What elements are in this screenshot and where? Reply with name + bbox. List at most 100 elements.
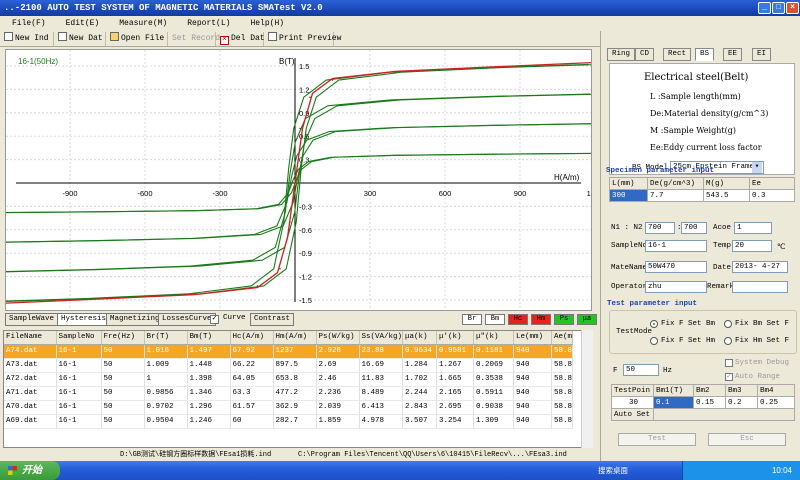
spec-value-ee[interactable]: 0.3 — [749, 189, 795, 202]
select-ua[interactable]: μa — [577, 314, 597, 325]
new-dat-icon — [58, 32, 67, 41]
select-hm[interactable]: Hm — [531, 314, 551, 325]
tab-hysteresis[interactable]: Hysteresis — [57, 313, 111, 326]
mode-fixhm-setf-radio[interactable] — [724, 337, 732, 345]
column-header[interactable]: Ps(W/kg) — [316, 331, 360, 345]
table-row[interactable]: A70.dat 16-1 50 0.9702 1.296 61.57 362.9 2.039 6… — [4, 400, 574, 415]
table-cell: 16-1 — [56, 414, 102, 429]
tab-bs[interactable]: BS — [695, 48, 715, 61]
table-cell: 0.3538 — [473, 372, 515, 387]
mode-fixf-setbm-label: Fix F Set Bm — [661, 320, 716, 328]
tab-ei[interactable]: EI — [752, 48, 772, 61]
table-cell: 2.236 — [316, 386, 360, 401]
column-header[interactable]: μa(k) — [402, 331, 438, 345]
column-header[interactable]: Fre(Hz) — [101, 331, 145, 345]
system-debug-label: System Debug — [735, 359, 790, 367]
menu-edit[interactable]: Edit(E) — [54, 16, 108, 31]
new-ind-button[interactable]: New Ind — [2, 32, 54, 46]
set-record-button[interactable]: Set Record — [170, 32, 220, 46]
minimize-icon[interactable]: _ — [758, 2, 771, 14]
table-row[interactable]: A71.dat 16-1 50 0.9856 1.346 63.3 477.2 2.236 8.… — [4, 386, 574, 401]
temp-input[interactable]: 20 — [732, 240, 772, 252]
tp-value-bm1[interactable]: 0.1 — [653, 396, 694, 409]
column-header[interactable]: SampleNo — [56, 331, 102, 345]
del-dat-button[interactable]: × Del Dat — [218, 32, 265, 46]
column-header[interactable]: μ′(k) — [436, 331, 475, 345]
column-header[interactable]: Br(T) — [144, 331, 188, 345]
tab-rect[interactable]: Rect — [663, 48, 692, 61]
n1-input[interactable]: 700 — [645, 222, 675, 234]
esc-button[interactable]: Esc — [708, 433, 786, 446]
tab-ee[interactable]: EE — [723, 48, 743, 61]
column-header[interactable]: Le(mm) — [513, 331, 553, 345]
operator-input[interactable]: zhu — [645, 281, 707, 293]
tp-value-bm2[interactable]: 0.15 — [693, 396, 726, 409]
table-cell: A71.dat — [4, 386, 57, 401]
matename-input[interactable]: 50W470 — [645, 261, 707, 273]
tab-losses-curve[interactable]: LossesCurve — [158, 313, 216, 326]
menu-file[interactable]: File(F) — [0, 16, 54, 31]
remark-input[interactable] — [732, 281, 788, 293]
tab-cd[interactable]: CD — [635, 48, 655, 61]
acoe-label: Acoe — [713, 224, 732, 232]
column-header[interactable]: Ae(m — [551, 331, 574, 345]
desktop-search[interactable]: 搜索桌面 — [598, 465, 662, 476]
system-debug-checkbox[interactable] — [725, 359, 733, 367]
close-icon[interactable]: × — [786, 2, 799, 14]
open-file-button[interactable]: Open File — [108, 32, 168, 46]
mode-fixbm-setf-radio[interactable] — [724, 320, 732, 328]
auto-set-button[interactable]: Auto Set — [611, 408, 654, 421]
print-preview-button[interactable]: Print Preview — [266, 32, 341, 46]
new-dat-button[interactable]: New Dat — [56, 32, 106, 46]
table-cell: 940 — [513, 400, 553, 415]
tab-ring[interactable]: Ring — [607, 48, 636, 61]
contrast-button[interactable]: Contrast — [250, 313, 295, 326]
table-cell: 2.039 — [316, 400, 360, 415]
column-header[interactable]: Hc(A/m) — [230, 331, 274, 345]
mode-fixf-setbm-radio[interactable] — [650, 320, 658, 328]
select-bm[interactable]: Bm — [485, 314, 505, 325]
column-header[interactable]: FileName — [4, 331, 57, 345]
right-panel: Ring CD Rect BS EE EI Electrical steel(B… — [600, 31, 800, 461]
table-row[interactable]: A74.dat 16-1 50 1.016 1.497 67.92 1237 2.928 23.… — [4, 344, 574, 359]
y-tick-label: -1.2 — [299, 273, 312, 282]
menu-measure[interactable]: Measure(M) — [107, 16, 175, 31]
sampleno-input[interactable]: 16-1 — [645, 240, 707, 252]
maximize-icon[interactable]: □ — [772, 2, 785, 14]
mode-fixf-sethm-radio[interactable] — [650, 337, 658, 345]
table-cell: 3.254 — [436, 414, 475, 429]
spec-header-ee: Ee — [749, 177, 795, 190]
table-row[interactable]: A72.dat 16-1 50 1 1.398 64.05 653.8 2.46 11.83 1.… — [4, 372, 574, 387]
select-ps[interactable]: Ps — [554, 314, 574, 325]
table-row[interactable]: A69.dat 16-1 50 0.9504 1.246 60 282.7 1.859 4.97… — [4, 414, 574, 429]
column-header[interactable]: Hm(A/m) — [273, 331, 317, 345]
table-cell: 1.665 — [436, 372, 475, 387]
date-picker[interactable]: 2013- 4-27 — [732, 261, 788, 273]
spec-value-l[interactable]: 300 — [609, 189, 648, 202]
table-row[interactable]: A73.dat 16-1 50 1.009 1.448 66.22 897.5 2.69 16.… — [4, 358, 574, 373]
n2-input[interactable]: 700 — [681, 222, 707, 234]
f-input[interactable]: 50 — [623, 364, 659, 376]
tp-value-bm4[interactable]: 0.25 — [757, 396, 795, 409]
tab-magnetizing[interactable]: Magnetizing — [106, 313, 164, 326]
tp-value-bm3[interactable]: 0.2 — [725, 396, 758, 409]
auto-range-checkbox[interactable]: ✓ — [725, 373, 733, 381]
tp-value-points[interactable]: 30 — [611, 396, 654, 409]
menu-report[interactable]: Report(L) — [175, 16, 238, 31]
column-header[interactable]: μ″(k) — [473, 331, 515, 345]
test-button[interactable]: Test — [618, 433, 696, 446]
acoe-input[interactable]: 1 — [734, 222, 772, 234]
spec-value-de[interactable]: 7.7 — [647, 189, 704, 202]
column-header[interactable]: Ss(VA/kg) — [359, 331, 404, 345]
select-br[interactable]: Br — [462, 314, 482, 325]
specimen-heading: Specimen parameter input — [606, 167, 715, 175]
menu-help[interactable]: Help(H) — [238, 16, 292, 31]
spec-value-m[interactable]: 543.5 — [703, 189, 750, 202]
bottom-tabs: SampleWave Hysteresis Magnetizing Losses… — [5, 313, 597, 327]
testmode-label: TestMode — [616, 328, 653, 336]
tab-sample-wave[interactable]: SampleWave — [5, 313, 59, 326]
curve-checkbox[interactable]: ✓ — [210, 315, 219, 324]
select-hc[interactable]: Hc — [508, 314, 528, 325]
table-scrollbar[interactable] — [581, 330, 593, 448]
column-header[interactable]: Bm(T) — [187, 331, 231, 345]
